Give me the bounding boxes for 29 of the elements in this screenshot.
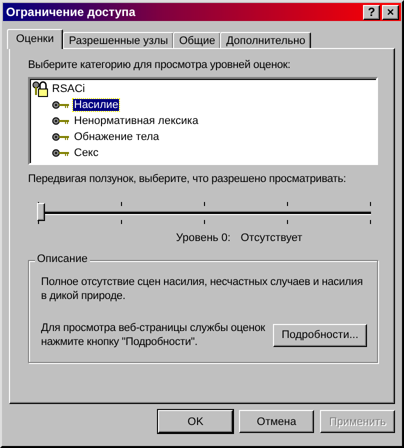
key-icon bbox=[52, 101, 70, 109]
level-caption: Уровень 0: bbox=[176, 232, 231, 244]
category-label: Выберите категорию для просмотра уровней оценок: bbox=[28, 59, 292, 73]
tab[interactable]: Общие bbox=[173, 32, 222, 48]
details-button[interactable]: Подробности... bbox=[273, 324, 367, 346]
tab[interactable]: Оценки bbox=[7, 29, 63, 49]
group-title: Описание bbox=[35, 253, 90, 265]
close-button[interactable]: × bbox=[382, 4, 399, 20]
window-title: Ограничение доступа bbox=[6, 5, 136, 19]
padlock-icon bbox=[32, 81, 48, 97]
category-tree[interactable]: RSACi Насилие Ненормативная лексика Обнажение тела Секс bbox=[28, 77, 378, 165]
key-icon bbox=[52, 149, 70, 157]
description-text: Полное отсутствие сцен насилия, несчастных случаев и насилия в дикой природе. bbox=[41, 275, 364, 303]
help-button[interactable]: ? bbox=[363, 4, 380, 20]
key-icon bbox=[52, 133, 70, 141]
hint-text: Для просмотра веб-страницы службы оценок нажмите кнопку "Подробности". bbox=[41, 321, 266, 349]
tree-item[interactable]: Ненормативная лексика bbox=[73, 115, 200, 127]
dialog-button[interactable]: Отмена bbox=[239, 410, 314, 433]
tree-item[interactable]: Обнажение тела bbox=[73, 131, 160, 143]
level-name: Отсутствует bbox=[240, 232, 302, 244]
key-icon bbox=[52, 117, 70, 125]
dialog-button[interactable]: OK bbox=[158, 410, 233, 433]
tree-item[interactable]: Секс bbox=[73, 147, 100, 159]
slider-thumb[interactable] bbox=[37, 203, 45, 221]
tab[interactable]: Разрешенные узлы bbox=[62, 32, 174, 48]
tree-item[interactable]: RSACi bbox=[51, 83, 86, 95]
tab[interactable]: Дополнительно bbox=[220, 32, 312, 48]
tree-item[interactable]: Насилие bbox=[73, 99, 120, 111]
slider-label: Передвигая ползунок, выберите, что разрешено просматривать: bbox=[28, 173, 348, 187]
